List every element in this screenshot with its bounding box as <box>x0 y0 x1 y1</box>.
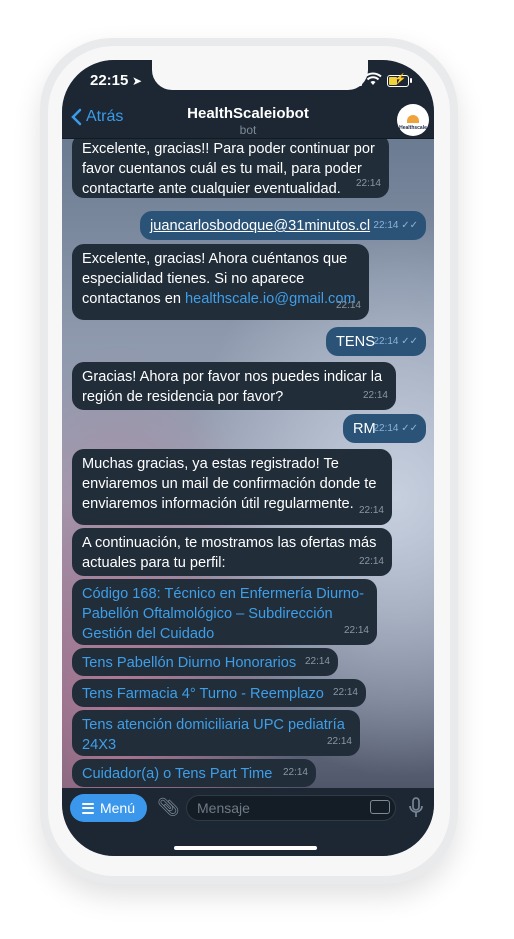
bot-menu-button[interactable]: Menú <box>70 794 147 822</box>
status-time: 22:15 <box>90 72 129 89</box>
message-time: 22:14 ✓✓ <box>373 220 418 231</box>
job-offer-message[interactable]: Tens Farmacia 4° Turno - Reemplazo 22:14 <box>72 679 366 707</box>
input-bar: Menú 📎︎ Mensaje <box>62 788 434 856</box>
message-text: Excelente, gracias!! Para poder continua… <box>82 141 375 197</box>
bot-avatar[interactable]: Healthscale <box>397 104 429 136</box>
chat-title[interactable]: HealthScaleiobot <box>62 105 434 122</box>
job-offer-message[interactable]: Tens atención domiciliaria UPC pediatría… <box>72 710 360 756</box>
job-offer-link[interactable]: Cuidador(a) o Tens Part Time <box>82 766 272 782</box>
job-offer-link[interactable]: Tens Pabellón Diurno Honorarios <box>82 655 296 671</box>
double-check-icon: ✓✓ <box>401 423 418 434</box>
message-outgoing[interactable]: TENS 22:14 ✓✓ <box>326 327 426 356</box>
message-time: 22:14 ✓✓ <box>373 336 418 347</box>
message-text: TENS <box>336 334 375 350</box>
message-outgoing[interactable]: RM 22:14 ✓✓ <box>343 414 426 443</box>
message-text: A continuación, te mostramos las ofertas… <box>82 535 377 571</box>
job-offer-message[interactable]: Código 168: Técnico en Enfermería Diurno… <box>72 579 377 645</box>
message-incoming[interactable]: Muchas gracias, ya estas registrado! Te … <box>72 449 392 525</box>
job-offer-message[interactable]: Cuidador(a) o Tens Part Time 22:14 <box>72 759 316 787</box>
message-time: 22:14 <box>362 390 388 401</box>
job-offer-link[interactable]: Tens atención domiciliaria UPC pediatría… <box>82 717 345 753</box>
job-offer-message[interactable]: Tens Pabellón Diurno Honorarios 22:14 <box>72 648 338 676</box>
message-outgoing[interactable]: juancarlosbodoque@31minutos.cl 22:14 ✓✓ <box>140 211 426 240</box>
home-indicator[interactable] <box>174 846 317 850</box>
message-time: 22:14 <box>335 300 361 311</box>
battery-icon: ⚡ <box>387 74 412 87</box>
message-incoming[interactable]: Gracias! Ahora por favor nos puedes indi… <box>72 362 396 410</box>
chat-subtitle: bot <box>239 123 257 137</box>
avatar-logo-text: Healthscale <box>399 125 427 131</box>
microphone-icon[interactable] <box>408 797 424 819</box>
job-offer-link[interactable]: Código 168: Técnico en Enfermería Diurno… <box>82 586 364 642</box>
message-text: RM <box>353 421 376 437</box>
message-time: 22:14 <box>326 736 352 747</box>
message-time: 22:14 <box>282 767 308 778</box>
chat-header: Atrás HealthScaleiobot bot Healthscale <box>62 104 434 139</box>
hamburger-icon <box>81 802 94 814</box>
message-time: 22:14 <box>358 505 384 516</box>
phone-notch <box>152 60 368 90</box>
double-check-icon: ✓✓ <box>401 336 418 347</box>
message-incoming[interactable]: A continuación, te mostramos las ofertas… <box>72 528 392 576</box>
message-incoming[interactable]: Excelente, gracias! Ahora cuéntanos que … <box>72 244 369 320</box>
message-time: 22:14 <box>332 687 358 698</box>
message-text: Muchas gracias, ya estas registrado! Te … <box>82 456 377 512</box>
message-incoming[interactable]: Excelente, gracias!! Para poder continua… <box>72 138 389 198</box>
screen: 22:15 ➤ ⚡ Atrás HealthScaleiobot bot Hea… <box>62 60 434 856</box>
logo-sun-icon <box>407 115 419 123</box>
message-time: 22:14 ✓✓ <box>373 423 418 434</box>
message-time: 22:14 <box>343 625 369 636</box>
message-time: 22:14 <box>355 178 381 189</box>
attachment-icon[interactable]: 📎︎ <box>157 797 180 818</box>
email-link[interactable]: healthscale.io@gmail.com <box>185 291 356 307</box>
message-input[interactable]: Mensaje <box>186 795 396 821</box>
message-text: Gracias! Ahora por favor nos puedes indi… <box>82 369 383 405</box>
menu-label: Menú <box>99 800 136 816</box>
location-arrow-icon: ➤ <box>132 74 143 88</box>
email-link[interactable]: juancarlosbodoque@31minutos.cl <box>150 218 370 234</box>
message-list[interactable]: Excelente, gracias!! Para poder continua… <box>62 138 434 788</box>
message-time: 22:14 <box>358 556 384 567</box>
keyboard-icon[interactable] <box>370 800 390 814</box>
message-time: 22:14 <box>304 656 330 667</box>
double-check-icon: ✓✓ <box>401 220 418 231</box>
job-offer-link[interactable]: Tens Farmacia 4° Turno - Reemplazo <box>82 686 324 702</box>
